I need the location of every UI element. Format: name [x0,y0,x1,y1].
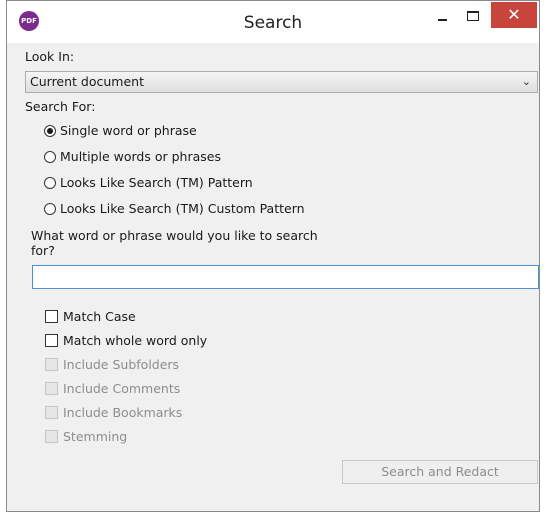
option-include-comments: Include Comments [45,380,180,398]
checkbox[interactable] [45,334,58,347]
checkbox-label: Include Subfolders [63,357,180,372]
checkbox [45,430,58,443]
look-in-label: Look In: [25,49,75,64]
query-prompt-line1: What word or phrase would you like to se… [31,228,318,243]
radio-button[interactable] [44,202,56,215]
checkbox-label: Stemming [63,429,128,444]
radio-button[interactable] [44,124,56,137]
search-text-input[interactable] [32,265,539,289]
chevron-down-icon[interactable]: ⌄ [522,72,531,92]
option-match-whole-word[interactable]: Match whole word only [45,332,207,350]
option-match-case[interactable]: Match Case [45,308,136,326]
option-include-subfolders: Include Subfolders [45,356,179,374]
radio-single-word[interactable]: Single word or phrase [44,122,197,140]
look-in-dropdown[interactable]: Current document ⌄ [25,71,538,93]
checkbox [45,358,58,371]
radio-label: Multiple words or phrases [60,149,221,164]
radio-label: Single word or phrase [60,123,197,138]
dialog-content: Look In: Current document ⌄ Search For: … [7,43,539,511]
radio-looks-like-pattern[interactable]: Looks Like Search (TM) Pattern [44,174,253,192]
maximize-icon[interactable] [460,5,486,25]
checkbox-label: Include Comments [63,381,181,396]
query-prompt: What word or phrase would you like to se… [31,228,318,258]
checkbox[interactable] [45,310,58,323]
search-and-redact-button: Search and Redact [342,460,538,484]
radio-button[interactable] [44,150,56,163]
close-icon[interactable]: ✕ [491,2,537,28]
radio-button[interactable] [44,176,56,189]
radio-looks-like-custom-pattern[interactable]: Looks Like Search (TM) Custom Pattern [44,200,305,218]
option-stemming: Stemming [45,428,127,446]
checkbox [45,382,58,395]
radio-label: Looks Like Search (TM) Custom Pattern [60,201,305,216]
title-bar: PDF Search ✕ [7,1,539,43]
minimize-icon[interactable] [429,5,455,25]
checkbox-label: Match Case [63,309,136,324]
option-include-bookmarks: Include Bookmarks [45,404,182,422]
checkbox-label: Match whole word only [63,333,208,348]
search-dialog: PDF Search ✕ Look In: Current document ⌄… [6,0,540,512]
checkbox-label: Include Bookmarks [63,405,183,420]
search-for-label: Search For: [25,99,96,114]
checkbox [45,406,58,419]
look-in-selected: Current document [30,74,144,89]
radio-multiple-words[interactable]: Multiple words or phrases [44,148,221,166]
query-prompt-line2: for? [31,243,55,258]
radio-label: Looks Like Search (TM) Pattern [60,175,253,190]
